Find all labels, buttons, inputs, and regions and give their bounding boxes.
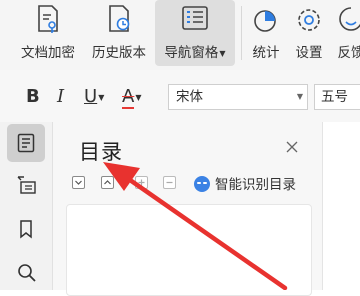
collapse-all-button[interactable] bbox=[72, 176, 85, 189]
underline-button[interactable]: U▼ bbox=[84, 86, 104, 107]
toolbar-divider bbox=[241, 6, 242, 60]
strikethrough-dropdown-icon[interactable]: ▼ bbox=[135, 93, 141, 102]
bookmark-icon bbox=[20, 220, 32, 239]
panel-title: 目录 bbox=[79, 140, 123, 164]
chevron-down-icon: ▼ bbox=[296, 92, 303, 101]
gear-icon bbox=[298, 9, 320, 31]
plus-icon bbox=[138, 179, 145, 186]
history-version-button[interactable]: 历史版本 bbox=[87, 0, 151, 66]
sidebar-item-bookmark[interactable] bbox=[7, 210, 45, 248]
ribbon-toolbar: 文档加密 历史版本 导航窗格▼ 统计 设置 反馈 bbox=[0, 0, 360, 70]
statistics-label: 统计 bbox=[252, 45, 280, 61]
smile-feedback-icon bbox=[339, 7, 360, 31]
feedback-button[interactable]: 反馈 bbox=[332, 0, 360, 66]
underline-glyph: U bbox=[84, 86, 98, 107]
navigation-pane-icon bbox=[182, 6, 208, 30]
sidebar-item-chapter[interactable] bbox=[7, 166, 45, 204]
outline-icon bbox=[17, 133, 35, 153]
font-size-select[interactable]: 五号 bbox=[314, 84, 360, 110]
smart-recognize-toc-button[interactable]: 智能识别目录 bbox=[194, 173, 296, 193]
strikethrough-button[interactable]: A▼ bbox=[122, 86, 141, 109]
pie-chart-icon bbox=[254, 10, 276, 32]
left-sidebar bbox=[0, 122, 53, 290]
font-size-value: 五号 bbox=[321, 89, 348, 105]
remove-heading-button[interactable] bbox=[163, 176, 176, 189]
navigation-pane-button[interactable]: 导航窗格▼ bbox=[155, 0, 235, 66]
document-history-icon bbox=[109, 5, 130, 32]
toc-content-area[interactable] bbox=[66, 204, 312, 296]
chapter-icon bbox=[17, 176, 36, 194]
search-icon bbox=[18, 264, 36, 282]
chevron-down-icon bbox=[75, 180, 82, 185]
chevron-down-icon[interactable]: ▼ bbox=[219, 49, 225, 58]
italic-button[interactable]: I bbox=[57, 86, 64, 107]
navigation-pane-text: 导航窗格 bbox=[164, 45, 219, 61]
strikethrough-glyph: A bbox=[122, 86, 135, 109]
navigation-pane-label: 导航窗格▼ bbox=[155, 41, 235, 61]
statistics-button[interactable]: 统计 bbox=[247, 0, 285, 66]
document-lock-icon bbox=[38, 5, 58, 33]
encrypt-document-button[interactable]: 文档加密 bbox=[18, 0, 78, 66]
smart-recognize-label: 智能识别目录 bbox=[215, 177, 296, 193]
settings-label: 设置 bbox=[295, 45, 323, 61]
history-version-label: 历史版本 bbox=[92, 45, 146, 61]
underline-dropdown-icon[interactable]: ▼ bbox=[98, 93, 104, 102]
font-name-value: 宋体 bbox=[176, 89, 203, 105]
minus-icon bbox=[166, 181, 173, 184]
add-heading-button[interactable] bbox=[135, 176, 148, 189]
bold-button[interactable]: B bbox=[26, 86, 40, 107]
close-icon[interactable] bbox=[285, 140, 299, 154]
sidebar-item-outline[interactable] bbox=[7, 124, 45, 162]
expand-all-button[interactable] bbox=[101, 176, 114, 189]
robot-icon bbox=[194, 176, 210, 192]
chevron-up-icon bbox=[104, 180, 111, 185]
encrypt-document-label: 文档加密 bbox=[21, 45, 75, 61]
feedback-label: 反馈 bbox=[337, 45, 360, 61]
format-toolbar: B I U▼ A▼ 宋体 ▼ 五号 bbox=[0, 70, 360, 122]
document-area[interactable] bbox=[322, 122, 360, 290]
navigation-panel: 目录 智能识别目录 bbox=[53, 122, 322, 296]
sidebar-item-search[interactable] bbox=[7, 254, 45, 292]
settings-button[interactable]: 设置 bbox=[290, 0, 328, 66]
font-name-select[interactable]: 宋体 ▼ bbox=[168, 84, 308, 110]
